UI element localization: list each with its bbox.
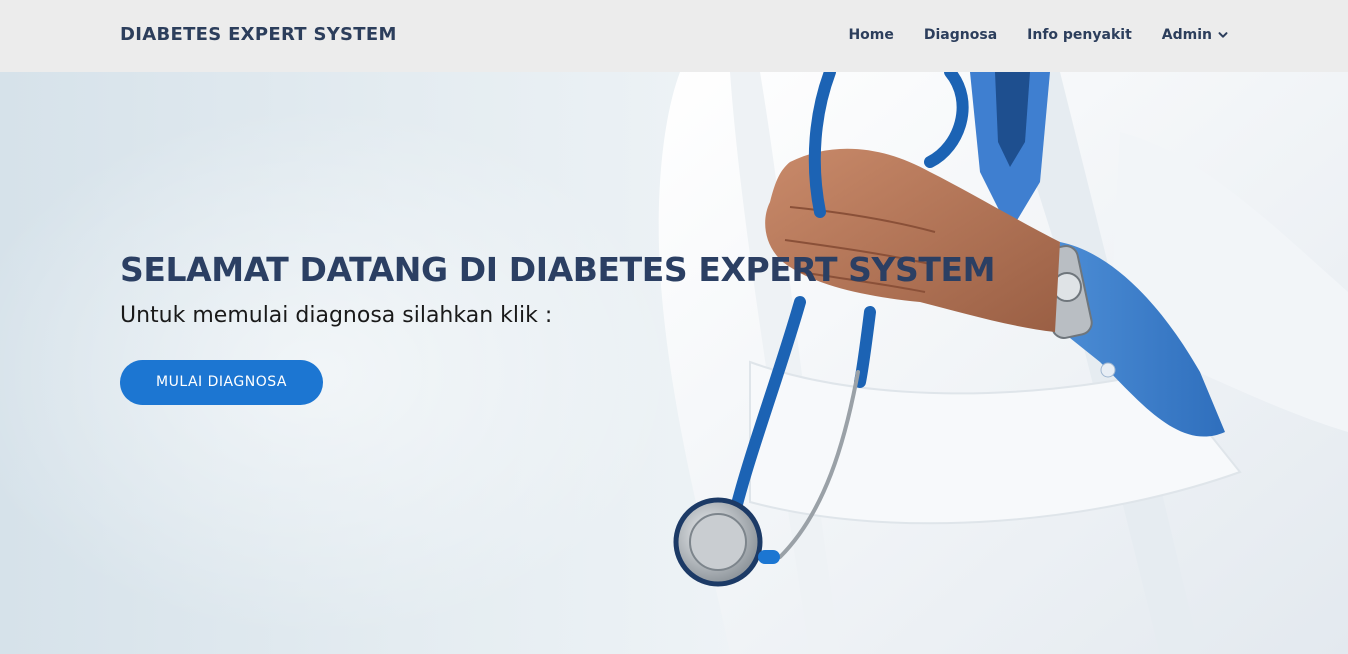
nav-admin-label: Admin xyxy=(1161,27,1212,43)
chevron-down-icon xyxy=(1218,32,1228,38)
hero-title: SELAMAT DATANG DI DIABETES EXPERT SYSTEM xyxy=(120,250,996,289)
brand-logo-text[interactable]: DIABETES EXPERT SYSTEM xyxy=(120,24,397,45)
nav-home-link[interactable]: Home xyxy=(848,27,893,43)
navbar: DIABETES EXPERT SYSTEM Home Diagnosa Inf… xyxy=(0,0,1348,72)
nav-diagnosa-link[interactable]: Diagnosa xyxy=(924,27,997,43)
nav-info-penyakit-link[interactable]: Info penyakit xyxy=(1027,27,1132,43)
hero-subtitle: Untuk memulai diagnosa silahkan klik : xyxy=(120,303,553,328)
hero-section: SELAMAT DATANG DI DIABETES EXPERT SYSTEM… xyxy=(0,72,1348,654)
hero-content: SELAMAT DATANG DI DIABETES EXPERT SYSTEM… xyxy=(120,250,995,405)
nav-admin-dropdown[interactable]: Admin xyxy=(1162,27,1228,43)
nav-menu: Home Diagnosa Info penyakit Admin xyxy=(848,27,1228,43)
mulai-diagnosa-button[interactable]: MULAI DIAGNOSA xyxy=(120,360,323,405)
